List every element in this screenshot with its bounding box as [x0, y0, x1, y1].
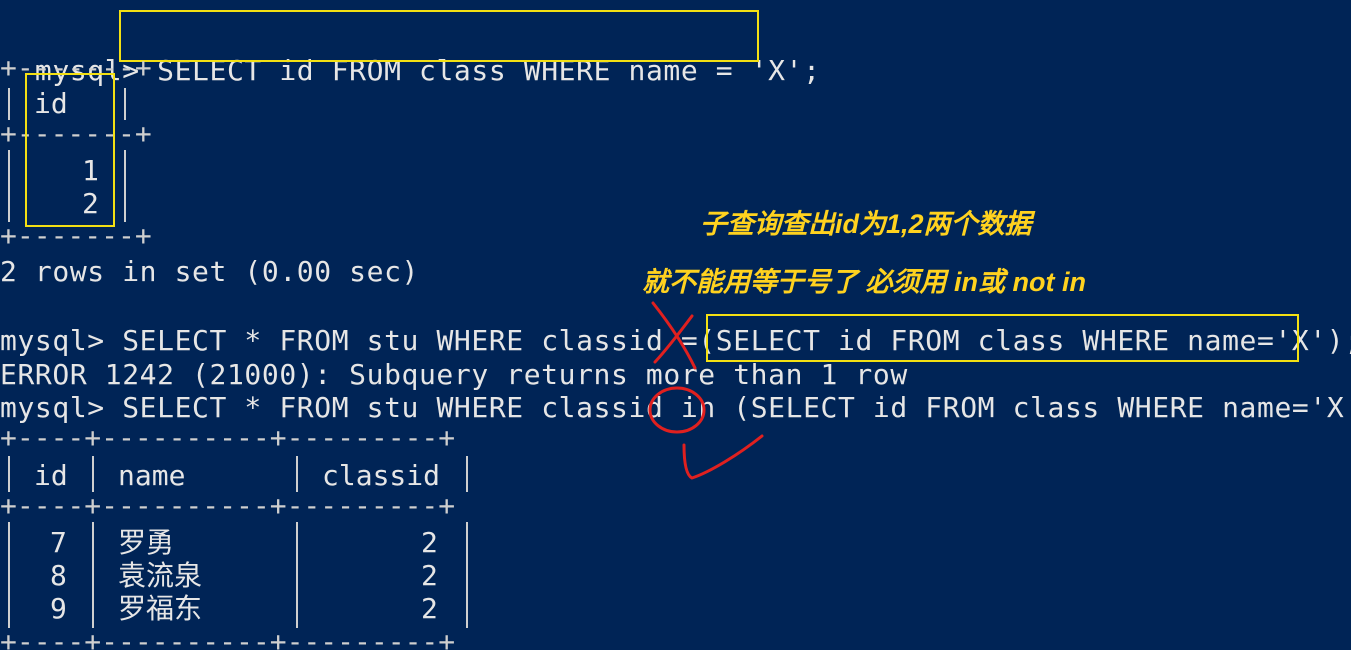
- circle-mark-icon: [648, 386, 706, 434]
- cross-mark-icon: [653, 314, 694, 364]
- check-mark-icon: [682, 434, 764, 480]
- annotation-ink-layer: [648, 301, 764, 480]
